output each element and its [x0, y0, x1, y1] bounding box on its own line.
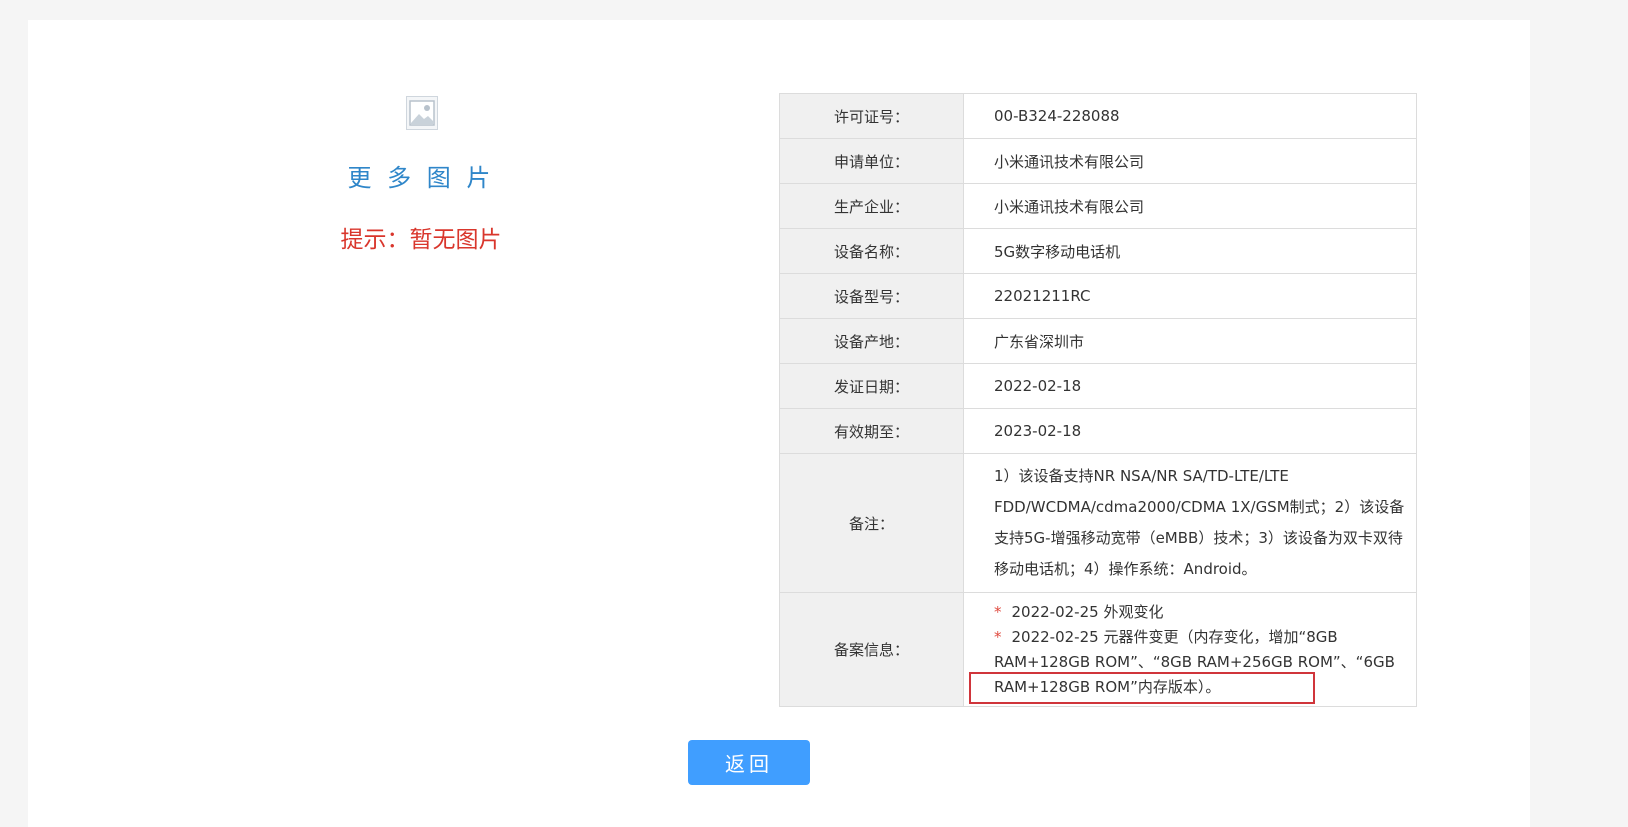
license-info-table: 许可证号： 00-B324-228088 申请单位： 小米通讯技术有限公司 生产…	[779, 93, 1417, 707]
table-row: 设备产地： 广东省深圳市	[779, 318, 1417, 364]
table-row: 有效期至： 2023-02-18	[779, 408, 1417, 454]
row-label: 备注：	[779, 453, 964, 593]
row-label: 设备名称：	[779, 228, 964, 274]
device-model: 22021211RC	[963, 273, 1417, 319]
issue-date: 2022-02-18	[963, 363, 1417, 409]
content-card: 更 多 图 片 提示：暂无图片 许可证号： 00-B324-228088 申请单…	[28, 20, 1530, 827]
table-row: 设备名称： 5G数字移动电话机	[779, 228, 1417, 274]
row-label: 设备产地：	[779, 318, 964, 364]
row-label: 申请单位：	[779, 138, 964, 184]
image-panel: 更 多 图 片 提示：暂无图片	[28, 20, 818, 320]
license-number: 00-B324-228088	[963, 93, 1417, 139]
device-name: 5G数字移动电话机	[963, 228, 1417, 274]
table-row: 备注： 1）该设备支持NR NSA/NR SA/TD-LTE/LTE FDD/W…	[779, 453, 1417, 593]
record-marker: *	[994, 627, 1002, 646]
back-button[interactable]: 返回	[688, 740, 810, 785]
row-label: 设备型号：	[779, 273, 964, 319]
record-marker: *	[994, 602, 1002, 621]
table-row: 申请单位： 小米通讯技术有限公司	[779, 138, 1417, 184]
row-label: 许可证号：	[779, 93, 964, 139]
table-row: 设备型号： 22021211RC	[779, 273, 1417, 319]
more-images-link[interactable]: 更 多 图 片	[278, 158, 564, 193]
row-label: 有效期至：	[779, 408, 964, 454]
table-row: 备案信息： * 2022-02-25 外观变化 * 2022-02-25 元器件变更…	[779, 592, 1417, 707]
remarks-text: 1）该设备支持NR NSA/NR SA/TD-LTE/LTE FDD/WCDMA…	[963, 453, 1417, 593]
origin: 广东省深圳市	[963, 318, 1417, 364]
row-label: 发证日期：	[779, 363, 964, 409]
table-row: 生产企业： 小米通讯技术有限公司	[779, 183, 1417, 229]
no-image-hint: 提示：暂无图片	[340, 227, 502, 253]
image-placeholder-icon	[406, 96, 438, 130]
record-item: * 2022-02-25 外观变化	[994, 600, 1406, 625]
table-row: 许可证号： 00-B324-228088	[779, 93, 1417, 139]
row-label: 生产企业：	[779, 183, 964, 229]
record-item: * 2022-02-25 元器件变更（内存变化，增加“8GB RAM+128GB …	[994, 625, 1406, 700]
valid-until: 2023-02-18	[963, 408, 1417, 454]
applicant: 小米通讯技术有限公司	[963, 138, 1417, 184]
record-text: 2022-02-25 元器件变更（内存变化，增加“8GB RAM+128GB R…	[994, 627, 1395, 696]
record-text: 2022-02-25 外观变化	[1011, 602, 1164, 621]
records-cell: * 2022-02-25 外观变化 * 2022-02-25 元器件变更（内存变化，…	[963, 592, 1417, 707]
table-row: 发证日期： 2022-02-18	[779, 363, 1417, 409]
row-label: 备案信息：	[779, 592, 964, 707]
manufacturer: 小米通讯技术有限公司	[963, 183, 1417, 229]
